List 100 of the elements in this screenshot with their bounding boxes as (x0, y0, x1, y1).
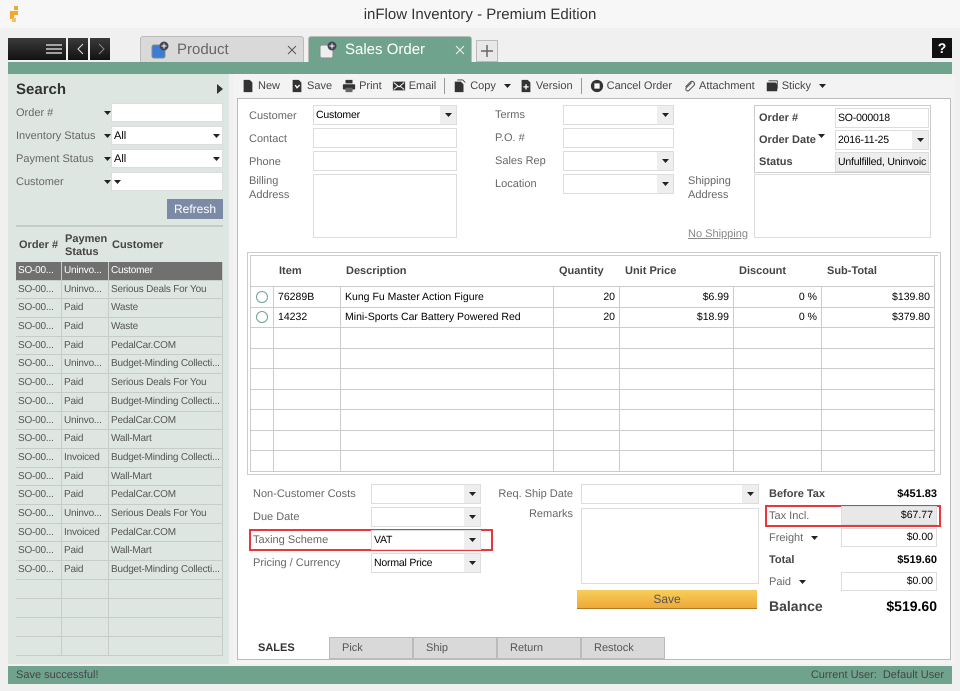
help-button[interactable]: ? (932, 38, 952, 58)
caret-icon[interactable] (444, 113, 452, 117)
remarks-field[interactable] (581, 508, 759, 584)
caret-icon[interactable] (104, 156, 111, 160)
total-field[interactable]: $0.00 (841, 528, 937, 547)
tab[interactable]: Product (140, 36, 304, 62)
table-cell[interactable]: Budget-Minding Collecti... (109, 392, 223, 412)
table-cell[interactable]: Paid (62, 318, 109, 337)
input-field[interactable] (563, 128, 674, 148)
caret-icon[interactable] (662, 113, 668, 117)
table-cell[interactable]: Budget-Minding Collecti... (109, 448, 223, 468)
dropdown-button[interactable] (464, 508, 480, 526)
table-cell[interactable]: Paid (62, 374, 109, 393)
table-cell[interactable]: SO-00... (16, 561, 62, 580)
caret-icon[interactable] (662, 159, 668, 163)
table-cell[interactable]: SO-00... (16, 504, 62, 524)
input-field[interactable] (111, 103, 223, 122)
table-cell[interactable]: Invoiced (62, 448, 109, 468)
close-icon[interactable] (287, 44, 297, 54)
dropdown-button[interactable] (912, 131, 928, 149)
table-cell[interactable]: Waste (109, 299, 223, 318)
table-cell[interactable]: Customer (109, 262, 223, 281)
toolbar-button[interactable]: Attachment (680, 78, 757, 94)
caret-icon[interactable] (104, 110, 111, 114)
address-field[interactable] (754, 174, 931, 238)
menu-button[interactable] (8, 38, 66, 60)
table-cell[interactable]: SO-00... (16, 355, 62, 374)
table-cell[interactable]: SO-00... (16, 280, 62, 300)
table-cell[interactable]: Paid (62, 561, 109, 580)
tab[interactable]: Return (497, 637, 581, 659)
toolbar-button[interactable]: Email (390, 78, 438, 94)
new-tab-button[interactable] (476, 40, 498, 62)
dropdown-button[interactable] (657, 152, 673, 170)
table-cell[interactable]: PedalCar.COM (109, 412, 223, 430)
dropdown-button[interactable] (440, 106, 456, 124)
table-cell[interactable]: Paid (62, 299, 109, 318)
table-cell[interactable]: Uninvo... (62, 262, 109, 281)
table-cell[interactable]: Uninvo... (62, 412, 109, 430)
caret-icon[interactable] (213, 134, 220, 138)
table-cell[interactable]: Paid (62, 542, 109, 561)
caret-icon[interactable] (799, 580, 806, 584)
table-cell[interactable]: Uninvo... (62, 504, 109, 524)
radio-button[interactable] (256, 290, 268, 303)
table-cell[interactable]: Serious Deals For You (109, 374, 223, 393)
toolbar-button[interactable]: Cancel Order (588, 78, 674, 94)
dropdown-button[interactable] (464, 554, 480, 572)
table-cell[interactable]: SO-00... (16, 299, 62, 318)
table-cell[interactable]: SO-00... (16, 448, 62, 468)
dropdown-button[interactable] (742, 484, 758, 502)
table-cell[interactable]: Paid (62, 392, 109, 412)
caret-icon[interactable] (468, 560, 476, 564)
table-cell[interactable]: PedalCar.COM (109, 336, 223, 356)
table-cell[interactable]: SO-00... (16, 524, 62, 542)
table-cell[interactable]: Wall-Mart (109, 468, 223, 486)
caret-icon[interactable] (662, 182, 668, 186)
dropdown-field[interactable]: Normal Price (371, 552, 481, 572)
dropdown-button[interactable] (657, 106, 673, 124)
toolbar-button[interactable]: Sticky (762, 78, 814, 94)
dropdown-button[interactable] (657, 175, 673, 193)
table-cell[interactable]: Budget-Minding Collecti... (109, 561, 223, 580)
table-cell[interactable]: Uninvo... (62, 355, 109, 374)
table-cell[interactable]: SO-00... (16, 374, 62, 393)
table-cell[interactable]: SO-00... (16, 468, 62, 486)
tab[interactable]: Pick (329, 637, 413, 659)
table-cell[interactable]: Paid (62, 430, 109, 449)
total-field[interactable]: $0.00 (841, 572, 937, 591)
table-cell[interactable]: PedalCar.COM (109, 524, 223, 542)
table-cell[interactable]: Wall-Mart (109, 542, 223, 561)
forward-button[interactable] (90, 38, 110, 60)
caret-icon[interactable] (819, 84, 826, 88)
save-button[interactable]: Save (577, 590, 757, 608)
caret-icon[interactable] (468, 492, 476, 496)
radio-button[interactable] (256, 311, 268, 324)
table-cell[interactable]: Waste (109, 318, 223, 337)
input-field[interactable]: SO-000018 (835, 108, 929, 128)
dropdown-field[interactable]: Customer (313, 105, 457, 125)
input-field[interactable] (313, 151, 457, 171)
table-cell[interactable]: Wall-Mart (109, 430, 223, 449)
input-field[interactable] (313, 128, 457, 148)
table-cell[interactable]: Paid (62, 468, 109, 486)
table-cell[interactable]: SO-00... (16, 430, 62, 449)
caret-icon[interactable] (468, 514, 476, 518)
toolbar-button[interactable]: New (239, 78, 282, 94)
back-button[interactable] (68, 38, 88, 60)
tab[interactable]: Ship (413, 637, 497, 659)
table-cell[interactable]: SO-00... (16, 392, 62, 412)
caret-icon[interactable] (818, 134, 825, 138)
dropdown-field[interactable] (371, 506, 481, 526)
dropdown-button[interactable] (464, 484, 480, 502)
caret-icon[interactable] (468, 538, 476, 542)
table-cell[interactable]: Paid (62, 336, 109, 356)
dropdown-field[interactable] (371, 484, 481, 504)
table-cell[interactable]: Serious Deals For You (109, 280, 223, 300)
table-cell[interactable]: Paid (62, 486, 109, 505)
table-cell[interactable]: Invoiced (62, 524, 109, 542)
dropdown-field[interactable]: VAT (371, 530, 481, 550)
table-cell[interactable]: SO-00... (16, 486, 62, 505)
dropdown-field[interactable] (563, 105, 674, 125)
dropdown-field[interactable] (563, 151, 674, 171)
caret-icon[interactable] (104, 134, 111, 138)
